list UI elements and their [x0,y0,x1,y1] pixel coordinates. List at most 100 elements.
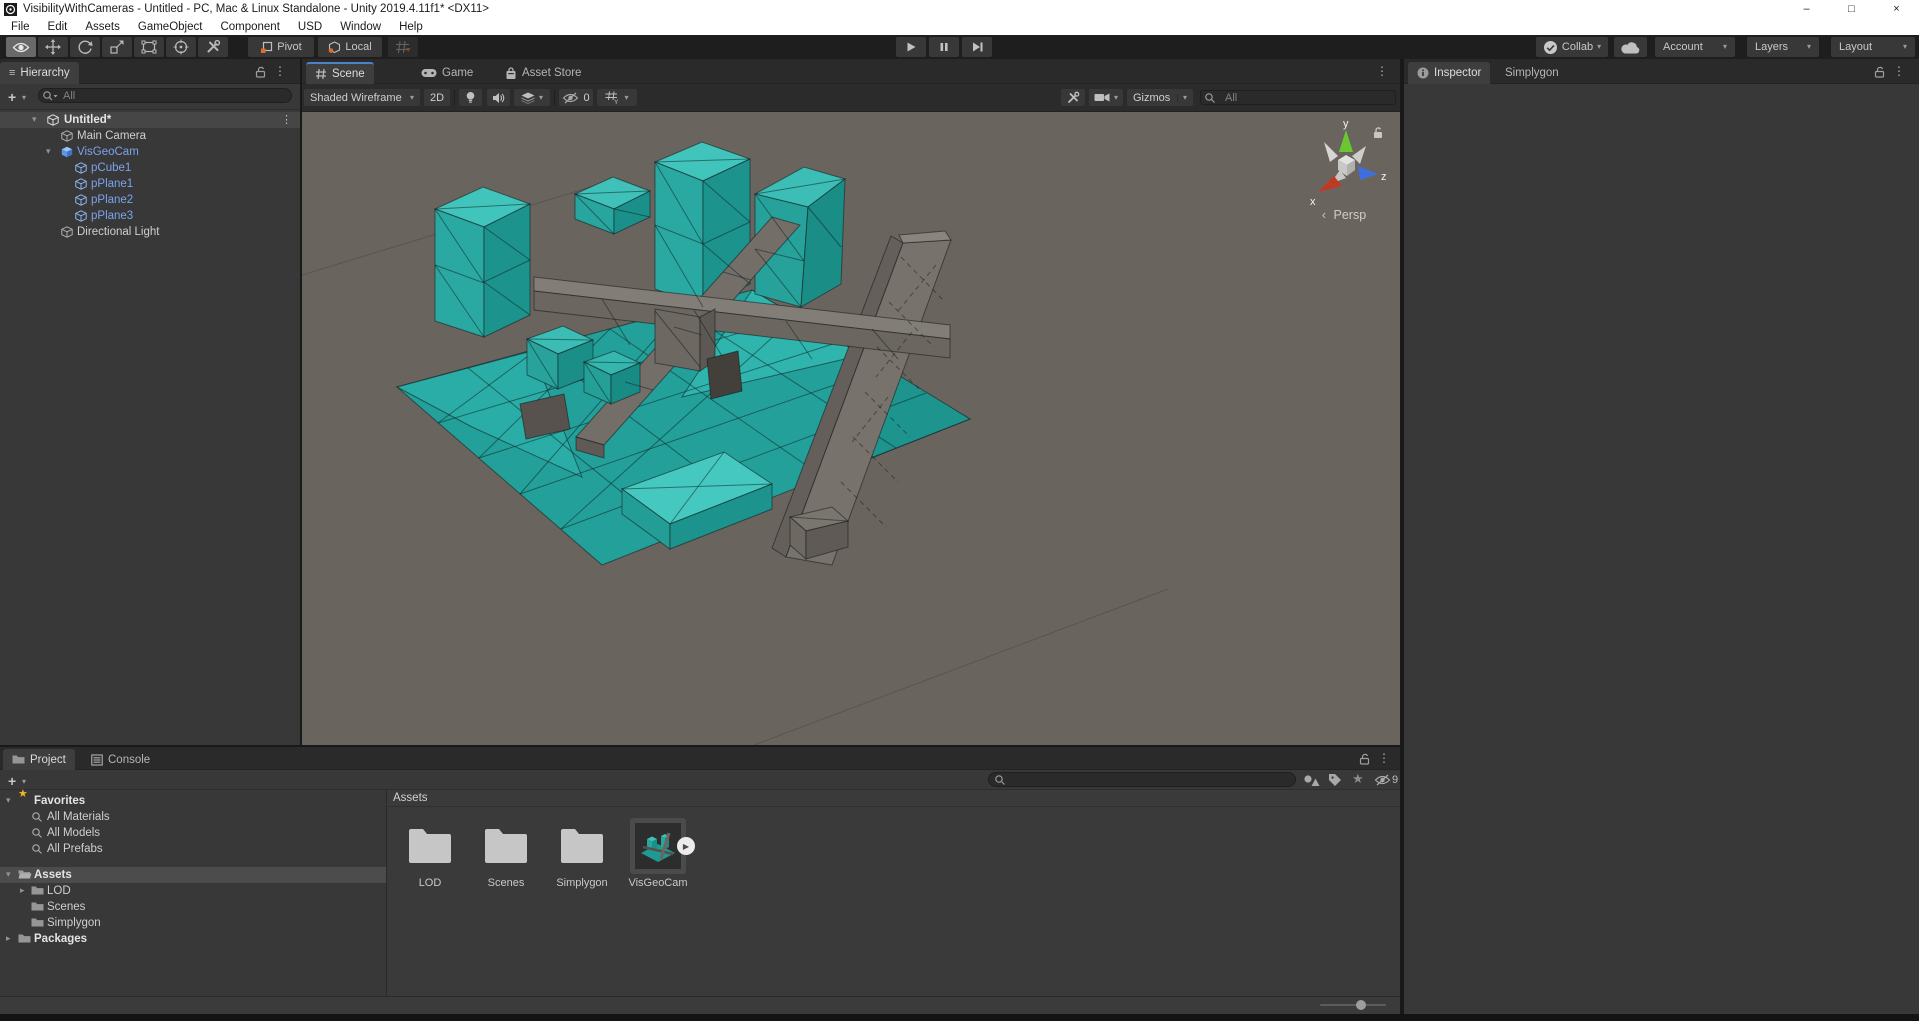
maximize-button[interactable]: □ [1829,0,1874,18]
expander-open-icon[interactable]: ▾ [46,147,51,156]
hierarchy-row[interactable]: Directional Light [0,224,300,240]
tab-scene[interactable]: Scene [306,62,374,84]
hierarchy-row[interactable]: pPlane2 [0,192,300,208]
asset-tile[interactable]: LOD [395,818,465,889]
slider-knob[interactable] [1356,1000,1366,1010]
play-badge-icon[interactable]: ▶ [677,837,695,855]
menu-window[interactable]: Window [331,18,390,35]
tab-simplygon[interactable]: Simplygon [1496,62,1568,84]
menu-usd[interactable]: USD [289,18,331,35]
rotate-tool-button[interactable] [70,37,100,57]
gizmo-lock-icon[interactable] [1372,126,1384,139]
expander-open-icon[interactable]: ▾ [6,796,11,805]
chevron-down-icon[interactable]: ▾ [22,778,26,786]
view-tool-button[interactable] [6,37,36,57]
menu-file[interactable]: File [2,18,39,35]
add-gameobject-button[interactable]: + [8,90,16,104]
kebab-menu-icon[interactable]: ⋮ [1378,751,1390,765]
play-button[interactable] [896,37,926,57]
kebab-menu-icon[interactable]: ⋮ [1376,64,1388,78]
close-button[interactable]: × [1874,0,1919,18]
gizmos-dropdown[interactable]: Gizmos ▾ [1127,89,1193,106]
expander-open-icon[interactable]: ▾ [32,115,37,124]
local-button[interactable]: Local [318,37,382,57]
hierarchy-row[interactable]: pPlane3 [0,208,300,224]
account-dropdown[interactable]: Account ▾ [1655,37,1735,57]
minimize-button[interactable]: – [1784,0,1829,18]
scale-tool-button[interactable] [102,37,132,57]
asset-tile[interactable]: Scenes [471,818,541,889]
create-asset-button[interactable]: + [8,774,16,788]
grid-snap-button[interactable] [388,37,418,57]
tab-console[interactable]: Console [82,749,159,770]
step-button[interactable] [962,37,992,57]
draw-mode-dropdown[interactable]: Shaded Wireframe ▾ [304,89,420,106]
hierarchy-row[interactable]: pPlane1 [0,176,300,192]
pivot-button[interactable]: Pivot [248,37,314,57]
tab-inspector[interactable]: Inspector [1408,62,1490,84]
tool-settings-button[interactable] [1061,89,1085,106]
menu-gameobject[interactable]: GameObject [129,18,212,35]
neg-axis-cone[interactable] [1324,142,1338,162]
hierarchy-row[interactable]: ▾Untitled*⋮ [0,112,300,128]
project-tree-row[interactable]: All Materials [0,809,386,825]
kebab-menu-icon[interactable]: ⋮ [281,113,292,126]
projection-mode-button[interactable]: ‹ Persp [1298,208,1390,222]
expander-closed-icon[interactable]: ▸ [6,934,11,943]
transform-tool-button[interactable] [166,37,196,57]
asset-tile[interactable]: Simplygon [547,818,617,889]
project-tree-row[interactable]: ▸Packages [0,931,386,947]
cloud-button[interactable] [1614,37,1647,57]
favorites-star-icon[interactable]: ★ [1352,772,1364,785]
project-tree-row[interactable]: All Prefabs [0,841,386,857]
menu-help[interactable]: Help [390,18,432,35]
move-tool-button[interactable] [38,37,68,57]
kebab-menu-icon[interactable]: ⋮ [1893,64,1905,78]
project-tree-row[interactable]: Scenes [0,899,386,915]
tab-project[interactable]: Project [3,749,75,770]
hidden-packages-icon[interactable] [1374,774,1391,786]
lighting-toggle-button[interactable] [459,89,482,106]
custom-tool-button[interactable] [198,37,228,57]
project-tree-row[interactable]: Simplygon [0,915,386,931]
expander-closed-icon[interactable]: ▸ [20,886,25,895]
tab-hierarchy[interactable]: ≡ Hierarchy [0,62,79,84]
hierarchy-row[interactable]: ▾VisGeoCam [0,144,300,160]
project-tree-row[interactable]: ▸LOD [0,883,386,899]
layout-dropdown[interactable]: Layout ▾ [1831,37,1915,57]
scene-viewport[interactable]: y z x ‹ Persp [302,112,1400,745]
search-by-label-icon[interactable] [1328,773,1342,787]
project-tree-row[interactable]: ▾★Favorites [0,793,386,809]
search-by-type-icon[interactable] [1303,773,1320,787]
camera-settings-dropdown[interactable]: ▾ [1089,89,1123,106]
effects-dropdown[interactable]: ▾ [514,89,550,106]
tab-game[interactable]: Game [412,62,482,84]
toggle-2d-button[interactable]: 2D [424,89,450,106]
kebab-menu-icon[interactable]: ⋮ [274,64,286,78]
grid-visibility-dropdown[interactable]: Y ▾ [597,89,637,106]
hidden-objects-button[interactable]: 0 [559,89,593,106]
pause-button[interactable] [929,37,959,57]
z-axis-cone[interactable] [1358,166,1378,180]
collab-dropdown[interactable]: Collab ▾ [1536,37,1608,57]
asset-tile[interactable]: ▶VisGeoCam [623,818,693,889]
lock-icon[interactable] [255,66,266,78]
tab-asset-store[interactable]: Asset Store [496,62,590,84]
audio-toggle-button[interactable] [487,89,510,106]
expander-open-icon[interactable]: ▾ [6,870,11,879]
hierarchy-row[interactable]: Main Camera [0,128,300,144]
menu-edit[interactable]: Edit [39,18,77,35]
layers-dropdown[interactable]: Layers ▾ [1747,37,1819,57]
menu-assets[interactable]: Assets [76,18,129,35]
project-tree-row[interactable]: ▾Assets [0,867,386,883]
lock-icon[interactable] [1359,753,1370,765]
menu-component[interactable]: Component [211,18,288,35]
chevron-down-icon[interactable]: ▾ [22,94,26,102]
hierarchy-search-input[interactable] [38,88,292,103]
scene-search-input[interactable] [1200,90,1396,105]
project-tree-row[interactable]: All Models [0,825,386,841]
rect-tool-button[interactable] [134,37,164,57]
hierarchy-row[interactable]: pCube1 [0,160,300,176]
thumbnail-size-slider[interactable] [1320,1004,1386,1006]
project-search-input[interactable] [988,772,1296,787]
